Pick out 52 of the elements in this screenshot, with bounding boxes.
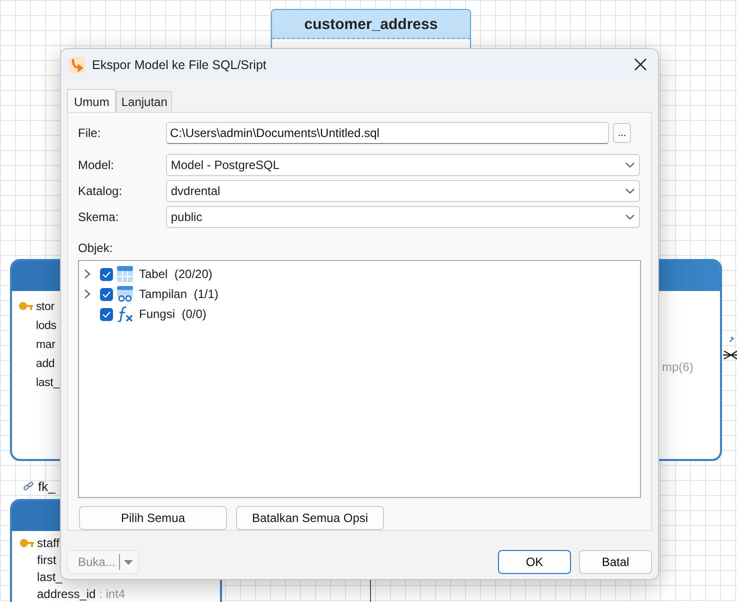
checkmark-icon xyxy=(102,270,111,278)
function-icon xyxy=(117,306,133,322)
link-icon xyxy=(23,481,34,492)
chevron-down-icon xyxy=(625,162,635,168)
cancel-button[interactable]: Batal xyxy=(579,550,652,574)
field-label: Katalog: xyxy=(78,184,124,198)
column-type: : int4 xyxy=(98,586,126,600)
chevron-right-icon[interactable] xyxy=(84,269,91,279)
action-button[interactable]: Batalkan Semua Opsi xyxy=(236,506,384,530)
relation-label: fk_ xyxy=(38,479,56,494)
column-name: mar xyxy=(36,338,56,352)
column-type: mp(6) xyxy=(662,360,694,374)
tree-item-label: Fungsi (0/0) xyxy=(139,307,206,321)
view-icon xyxy=(117,286,133,302)
dropdown[interactable]: public xyxy=(166,206,640,228)
chevron-down-icon xyxy=(625,214,635,220)
tree-item-label: Tampilan (1/1) xyxy=(139,287,218,301)
action-button[interactable]: Pilih Semua xyxy=(79,506,227,530)
checkbox[interactable] xyxy=(100,268,113,280)
entity-title: customer_address xyxy=(304,16,438,32)
ok-button[interactable]: OK xyxy=(498,550,571,574)
tab[interactable]: Umum xyxy=(67,89,116,112)
column-name: stor xyxy=(36,300,54,314)
tree-item[interactable]: Tabel (20/20) xyxy=(84,264,640,284)
dialog-title: Ekspor Model ke File SQL/Sript xyxy=(92,58,268,72)
tree-item[interactable]: Tampilan (1/1) xyxy=(84,284,640,304)
checkmark-icon xyxy=(102,310,111,318)
file-path-field[interactable]: C:\Users\admin\Documents\Untitled.sql xyxy=(166,122,609,144)
checkbox[interactable] xyxy=(100,288,113,300)
field-label: Skema: xyxy=(78,210,120,224)
field-label: Objek: xyxy=(78,241,114,257)
column-name: last_ xyxy=(36,376,60,390)
checkmark-icon xyxy=(102,290,111,298)
tree-item[interactable]: Fungsi (0/0) xyxy=(84,304,640,324)
column-name: address_id xyxy=(37,586,96,600)
tree-item-label: Tabel (20/20) xyxy=(139,267,212,281)
column-name: staff xyxy=(37,536,60,550)
column-name: add xyxy=(36,356,55,370)
field-label: File: xyxy=(78,126,102,140)
field-label: Model: xyxy=(78,158,116,172)
column-name: first xyxy=(37,552,56,566)
column-name: lods xyxy=(36,318,56,332)
chevron-right-icon[interactable] xyxy=(84,289,91,299)
browse-button[interactable]: ... xyxy=(613,123,631,143)
checkbox[interactable] xyxy=(100,308,113,320)
app-icon xyxy=(69,56,85,72)
tab[interactable]: Lanjutan xyxy=(116,91,172,112)
chevron-down-icon xyxy=(625,188,635,194)
column-name: last_ xyxy=(37,570,62,584)
dropdown[interactable]: Model - PostgreSQL xyxy=(166,154,640,176)
dropdown[interactable]: dvdrental xyxy=(166,180,640,202)
table-icon xyxy=(117,266,133,282)
